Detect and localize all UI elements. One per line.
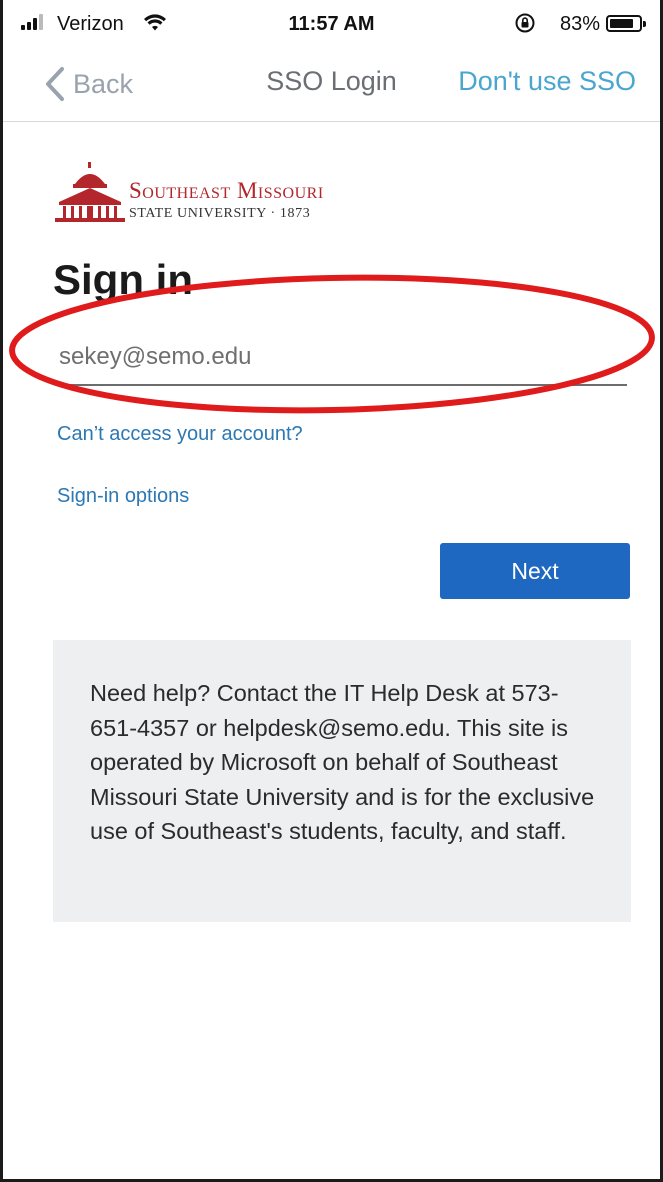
email-input[interactable]	[57, 330, 627, 386]
sign-in-title: Sign in	[53, 256, 193, 303]
next-button[interactable]: Next	[440, 543, 630, 599]
logo-line-1: Southeast Missouri	[129, 178, 324, 203]
sign-in-options-link[interactable]: Sign-in options	[57, 485, 189, 508]
academic-hall-logo-icon	[55, 162, 125, 222]
help-info-box: Need help? Contact the IT Help Desk at 5…	[53, 640, 631, 922]
university-logo: Southeast Missouri STATE UNIVERSITY · 18…	[53, 160, 393, 230]
status-bar: Verizon 11:57 AM 83%	[3, 0, 660, 52]
help-text: Need help? Contact the IT Help Desk at 5…	[90, 680, 595, 844]
cant-access-account-link[interactable]: Can’t access your account?	[57, 423, 303, 446]
phone-screen: Verizon 11:57 AM 83% Back SSO Login Don'…	[0, 0, 663, 1182]
logo-line-2: STATE UNIVERSITY · 1873	[129, 206, 311, 221]
battery-icon	[606, 15, 646, 32]
orientation-lock-icon	[515, 13, 535, 33]
battery-percent: 83%	[559, 13, 600, 35]
dont-use-sso-button[interactable]: Don't use SSO	[458, 66, 636, 97]
nav-bar: Back SSO Login Don't use SSO	[3, 52, 660, 122]
logo-wordmark: Southeast Missouri STATE UNIVERSITY · 18…	[129, 178, 324, 222]
